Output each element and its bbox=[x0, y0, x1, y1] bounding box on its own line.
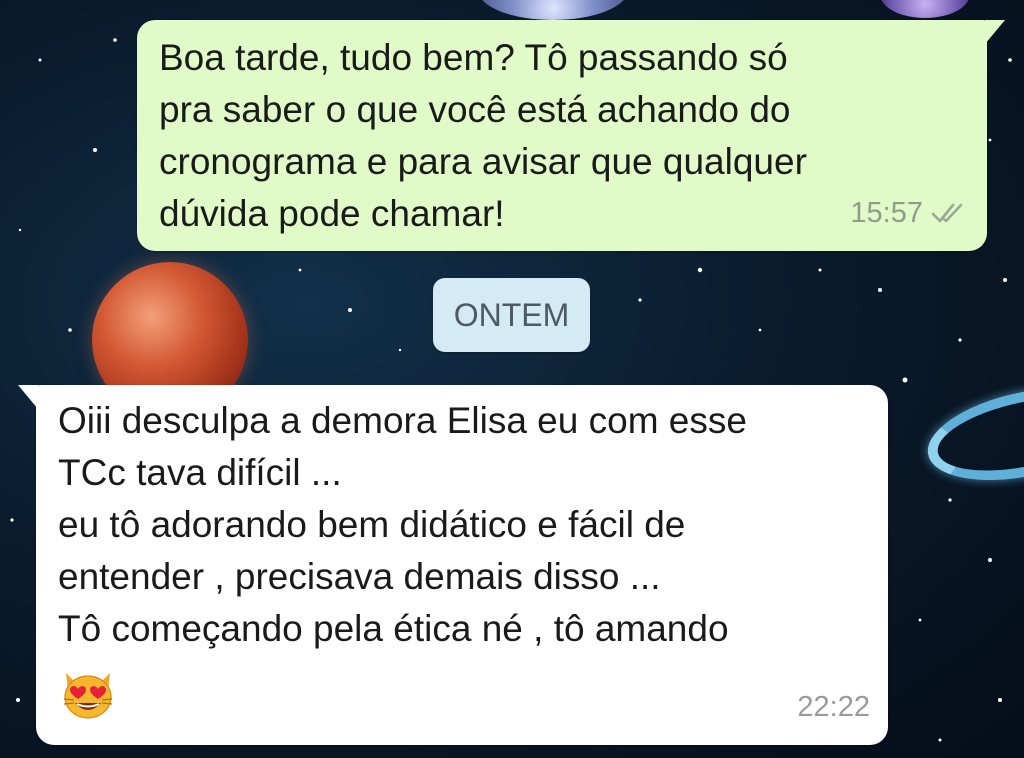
planet-decoration bbox=[478, 0, 628, 20]
message-text: Oiii desculpa a demora Elisa eu com esse… bbox=[58, 400, 747, 649]
date-separator: ONTEM bbox=[433, 278, 590, 352]
message-time: 22:22 bbox=[797, 691, 870, 723]
planet-decoration bbox=[880, 0, 970, 18]
outgoing-message-bubble[interactable]: Boa tarde, tudo bem? Tô passando só pra … bbox=[137, 20, 1005, 251]
message-text: Boa tarde, tudo bem? Tô passando só pra … bbox=[159, 37, 807, 234]
message-meta: 22:22 bbox=[797, 681, 870, 733]
heart-eyes-cat-icon bbox=[63, 673, 113, 719]
message-time: 15:57 bbox=[850, 197, 923, 229]
message-meta: 15:57 bbox=[850, 187, 967, 239]
planet-ring-decoration bbox=[919, 372, 1024, 496]
incoming-message-bubble[interactable]: Oiii desculpa a demora Elisa eu com esse… bbox=[18, 385, 888, 745]
double-check-icon bbox=[931, 203, 963, 223]
